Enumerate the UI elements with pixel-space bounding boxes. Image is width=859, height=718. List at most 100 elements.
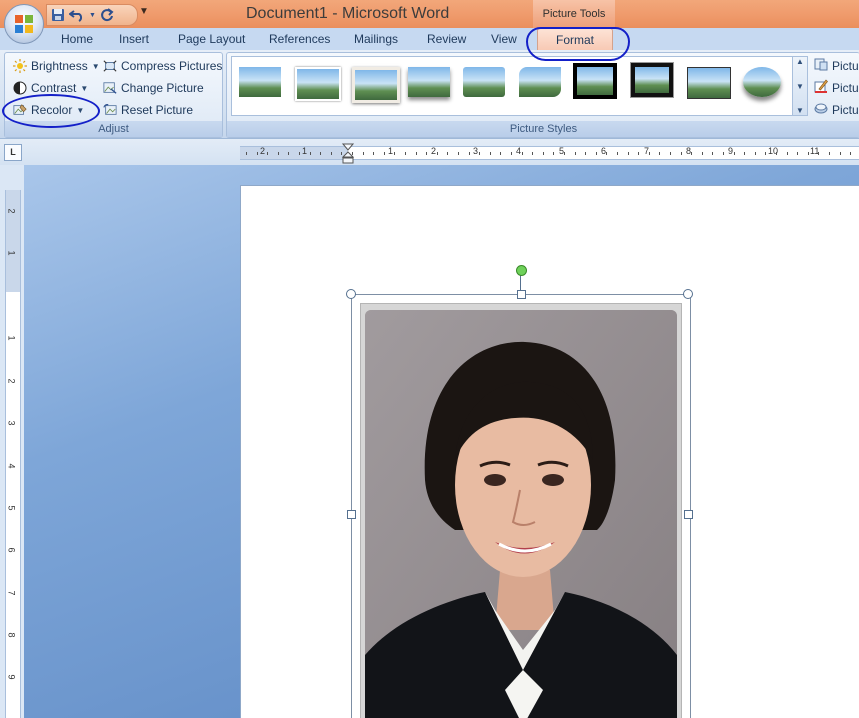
ruler-tick	[532, 152, 534, 155]
pencil-icon	[814, 79, 828, 96]
chevron-down-icon: ▼	[80, 83, 89, 93]
ruler-tick	[362, 152, 364, 155]
ruler-tick	[489, 152, 491, 155]
resize-handle-n[interactable]	[517, 290, 526, 299]
undo-icon[interactable]	[69, 8, 85, 22]
vertical-ruler[interactable]: 2 1 1 2 3 4 5 6 7 8 9	[5, 190, 21, 718]
brightness-button[interactable]: Brightness ▼	[13, 59, 100, 73]
compress-pictures-label: Compress Pictures	[121, 59, 223, 73]
rotate-handle[interactable]	[516, 265, 527, 276]
reset-picture-button[interactable]: Reset Picture	[103, 103, 193, 117]
contrast-button[interactable]: Contrast ▼	[13, 81, 88, 95]
ruler-tick	[521, 152, 523, 155]
picture-effects-button[interactable]: Pictur	[814, 101, 859, 118]
ruler-label: 1	[6, 335, 17, 341]
change-picture-label: Change Picture	[121, 81, 204, 95]
ruler-label: 7	[6, 590, 17, 596]
compress-icon	[103, 59, 117, 73]
office-button[interactable]	[4, 4, 44, 44]
ruler-tick	[436, 152, 438, 155]
ribbon: Brightness ▼ Contrast ▼ Recolor ▼ Compre…	[0, 50, 859, 139]
ruler-tick	[415, 152, 417, 155]
picture-style-thumb[interactable]	[408, 67, 450, 97]
document-page[interactable]	[240, 185, 859, 718]
recolor-annotation	[2, 94, 100, 128]
ruler-tick	[786, 152, 788, 155]
gallery-scrollbar[interactable]: ▲ ▼ ▼	[792, 56, 808, 116]
ruler-tick	[638, 152, 640, 155]
picture-style-thumb[interactable]	[631, 63, 673, 97]
ruler-tick	[797, 152, 799, 155]
title-bar: ▼ ▼ Document1 - Microsoft Word Picture T…	[0, 0, 859, 28]
ruler-tick	[765, 152, 767, 155]
tab-selector-button[interactable]: L	[4, 144, 22, 161]
resize-handle-w[interactable]	[347, 510, 356, 519]
compress-pictures-button[interactable]: Compress Pictures	[103, 59, 222, 73]
ruler-tick	[818, 152, 820, 155]
ruler-tick	[670, 152, 671, 155]
ribbon-tab-row: Home Insert Page Layout References Maili…	[0, 28, 859, 51]
picture-style-thumb[interactable]	[295, 67, 341, 101]
undo-dropdown-icon[interactable]: ▼	[89, 12, 96, 19]
ruler-tick	[426, 152, 428, 155]
picture-style-thumb[interactable]	[573, 63, 617, 99]
ruler-tick	[606, 152, 608, 155]
horizontal-ruler[interactable]: 2 1 1 2 3 4 5 6 7 8 9 10 11	[240, 143, 859, 164]
ruler-tick	[500, 152, 502, 155]
tab-review[interactable]: Review	[427, 32, 466, 46]
redo-icon[interactable]	[100, 8, 114, 22]
tab-mailings[interactable]: Mailings	[354, 32, 398, 46]
ruler-tick	[267, 152, 269, 155]
tab-references[interactable]: References	[269, 32, 330, 46]
ruler-label: 1	[388, 146, 394, 156]
resize-handle-e[interactable]	[684, 510, 693, 519]
quick-access-toolbar: ▼	[46, 4, 138, 26]
ruler-tick	[553, 152, 555, 155]
resize-handle-ne[interactable]	[683, 289, 693, 299]
ruler-label: 6	[6, 547, 17, 553]
tab-view[interactable]: View	[491, 32, 517, 46]
picture-border-label: Pictur	[832, 80, 859, 95]
ruler-label: 1	[302, 146, 308, 156]
resize-handle-nw[interactable]	[346, 289, 356, 299]
ruler-label: 4	[516, 146, 522, 156]
scroll-up-icon[interactable]: ▲	[796, 57, 804, 66]
picture-style-thumb[interactable]	[687, 67, 731, 99]
tab-page-layout[interactable]: Page Layout	[178, 32, 245, 46]
ruler-tick	[585, 152, 587, 155]
change-picture-button[interactable]: Change Picture	[103, 81, 204, 95]
document-workspace	[24, 165, 859, 718]
picture-border-button[interactable]: Pictur	[814, 79, 859, 96]
ruler-tick	[405, 152, 406, 155]
ruler-tick	[383, 152, 385, 155]
picture-border	[360, 303, 682, 718]
portrait-photo	[365, 310, 677, 718]
ruler-tick	[659, 152, 661, 155]
scroll-down-icon[interactable]: ▼	[796, 82, 804, 91]
gallery-more-icon[interactable]: ▼	[796, 106, 804, 115]
reset-picture-label: Reset Picture	[121, 103, 194, 117]
ruler-tick	[299, 152, 300, 155]
save-icon[interactable]	[51, 8, 65, 22]
selected-picture[interactable]	[346, 265, 693, 718]
customize-qat-icon[interactable]: ▼	[139, 6, 149, 17]
sun-icon	[13, 59, 27, 73]
picture-style-thumb[interactable]	[352, 67, 400, 103]
picture-shape-button[interactable]: Pictur	[814, 57, 859, 74]
contrast-icon	[13, 81, 27, 95]
ruler-tick	[288, 152, 290, 155]
ruler-tick	[691, 152, 693, 155]
picture-style-thumb[interactable]	[463, 67, 505, 97]
format-tab-annotation	[526, 27, 630, 61]
ruler-tick	[542, 152, 544, 155]
tab-insert[interactable]: Insert	[119, 32, 149, 46]
tab-home[interactable]: Home	[61, 32, 93, 46]
picture-style-thumb[interactable]	[239, 67, 281, 97]
ruler-tick	[458, 152, 459, 155]
picture-style-thumb[interactable]	[743, 67, 781, 97]
ruler-tick	[511, 152, 512, 155]
ruler-tick	[648, 152, 650, 155]
picture-style-thumb[interactable]	[519, 67, 561, 97]
change-picture-icon	[103, 81, 117, 95]
ruler-label: 2	[6, 378, 17, 384]
